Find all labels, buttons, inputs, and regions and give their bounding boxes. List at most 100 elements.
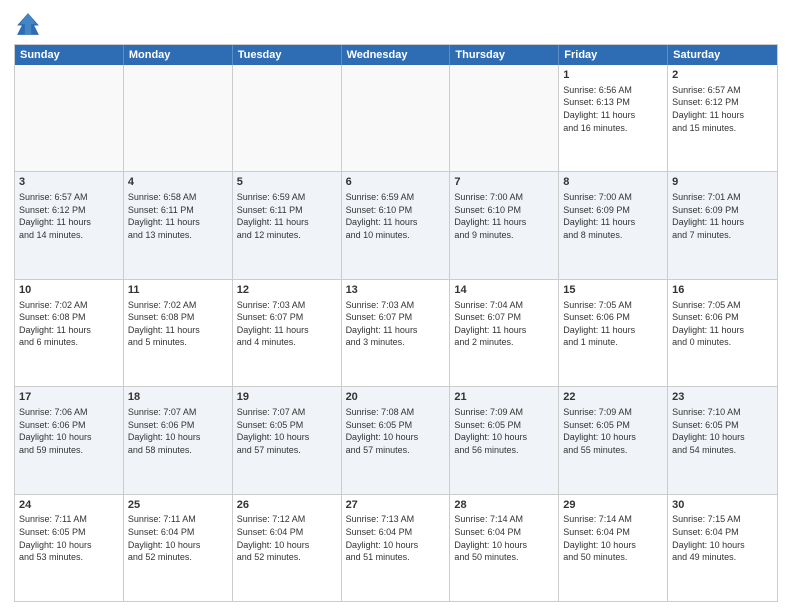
weekday-header: Wednesday (342, 45, 451, 65)
day-cell: 22Sunrise: 7:09 AM Sunset: 6:05 PM Dayli… (559, 387, 668, 493)
day-info: Sunrise: 6:57 AM Sunset: 6:12 PM Dayligh… (19, 191, 119, 241)
day-cell: 7Sunrise: 7:00 AM Sunset: 6:10 PM Daylig… (450, 172, 559, 278)
day-cell: 3Sunrise: 6:57 AM Sunset: 6:12 PM Daylig… (15, 172, 124, 278)
day-number: 15 (563, 283, 663, 298)
day-number: 18 (128, 390, 228, 405)
day-cell: 30Sunrise: 7:15 AM Sunset: 6:04 PM Dayli… (668, 495, 777, 601)
calendar-row: 24Sunrise: 7:11 AM Sunset: 6:05 PM Dayli… (15, 494, 777, 601)
calendar-row: 3Sunrise: 6:57 AM Sunset: 6:12 PM Daylig… (15, 171, 777, 278)
weekday-header: Thursday (450, 45, 559, 65)
day-number: 27 (346, 498, 446, 513)
day-number: 21 (454, 390, 554, 405)
calendar: SundayMondayTuesdayWednesdayThursdayFrid… (14, 44, 778, 602)
day-info: Sunrise: 7:10 AM Sunset: 6:05 PM Dayligh… (672, 406, 773, 456)
day-info: Sunrise: 7:05 AM Sunset: 6:06 PM Dayligh… (672, 299, 773, 349)
day-cell: 2Sunrise: 6:57 AM Sunset: 6:12 PM Daylig… (668, 65, 777, 171)
day-number: 9 (672, 175, 773, 190)
day-number: 29 (563, 498, 663, 513)
day-cell: 21Sunrise: 7:09 AM Sunset: 6:05 PM Dayli… (450, 387, 559, 493)
day-number: 30 (672, 498, 773, 513)
day-cell: 27Sunrise: 7:13 AM Sunset: 6:04 PM Dayli… (342, 495, 451, 601)
day-cell: 12Sunrise: 7:03 AM Sunset: 6:07 PM Dayli… (233, 280, 342, 386)
calendar-body: 1Sunrise: 6:56 AM Sunset: 6:13 PM Daylig… (15, 65, 777, 601)
day-cell: 13Sunrise: 7:03 AM Sunset: 6:07 PM Dayli… (342, 280, 451, 386)
day-cell: 17Sunrise: 7:06 AM Sunset: 6:06 PM Dayli… (15, 387, 124, 493)
day-cell: 11Sunrise: 7:02 AM Sunset: 6:08 PM Dayli… (124, 280, 233, 386)
day-info: Sunrise: 7:15 AM Sunset: 6:04 PM Dayligh… (672, 513, 773, 563)
day-cell: 4Sunrise: 6:58 AM Sunset: 6:11 PM Daylig… (124, 172, 233, 278)
day-number: 17 (19, 390, 119, 405)
day-number: 16 (672, 283, 773, 298)
day-info: Sunrise: 7:05 AM Sunset: 6:06 PM Dayligh… (563, 299, 663, 349)
day-cell: 5Sunrise: 6:59 AM Sunset: 6:11 PM Daylig… (233, 172, 342, 278)
day-cell: 10Sunrise: 7:02 AM Sunset: 6:08 PM Dayli… (15, 280, 124, 386)
empty-cell (342, 65, 451, 171)
day-info: Sunrise: 7:08 AM Sunset: 6:05 PM Dayligh… (346, 406, 446, 456)
day-number: 24 (19, 498, 119, 513)
day-info: Sunrise: 7:03 AM Sunset: 6:07 PM Dayligh… (237, 299, 337, 349)
day-info: Sunrise: 7:12 AM Sunset: 6:04 PM Dayligh… (237, 513, 337, 563)
day-cell: 23Sunrise: 7:10 AM Sunset: 6:05 PM Dayli… (668, 387, 777, 493)
day-number: 19 (237, 390, 337, 405)
logo (14, 10, 46, 38)
day-info: Sunrise: 7:00 AM Sunset: 6:10 PM Dayligh… (454, 191, 554, 241)
calendar-row: 10Sunrise: 7:02 AM Sunset: 6:08 PM Dayli… (15, 279, 777, 386)
day-info: Sunrise: 7:02 AM Sunset: 6:08 PM Dayligh… (128, 299, 228, 349)
weekday-header: Sunday (15, 45, 124, 65)
day-info: Sunrise: 7:11 AM Sunset: 6:04 PM Dayligh… (128, 513, 228, 563)
day-info: Sunrise: 7:00 AM Sunset: 6:09 PM Dayligh… (563, 191, 663, 241)
weekday-header: Friday (559, 45, 668, 65)
day-info: Sunrise: 7:09 AM Sunset: 6:05 PM Dayligh… (563, 406, 663, 456)
empty-cell (15, 65, 124, 171)
page: SundayMondayTuesdayWednesdayThursdayFrid… (0, 0, 792, 612)
day-cell: 9Sunrise: 7:01 AM Sunset: 6:09 PM Daylig… (668, 172, 777, 278)
day-cell: 24Sunrise: 7:11 AM Sunset: 6:05 PM Dayli… (15, 495, 124, 601)
header (14, 10, 778, 38)
day-number: 8 (563, 175, 663, 190)
day-number: 6 (346, 175, 446, 190)
empty-cell (124, 65, 233, 171)
day-cell: 19Sunrise: 7:07 AM Sunset: 6:05 PM Dayli… (233, 387, 342, 493)
logo-icon (14, 10, 42, 38)
empty-cell (233, 65, 342, 171)
day-info: Sunrise: 7:07 AM Sunset: 6:06 PM Dayligh… (128, 406, 228, 456)
day-cell: 14Sunrise: 7:04 AM Sunset: 6:07 PM Dayli… (450, 280, 559, 386)
calendar-header: SundayMondayTuesdayWednesdayThursdayFrid… (15, 45, 777, 65)
day-info: Sunrise: 7:03 AM Sunset: 6:07 PM Dayligh… (346, 299, 446, 349)
day-info: Sunrise: 7:14 AM Sunset: 6:04 PM Dayligh… (454, 513, 554, 563)
empty-cell (450, 65, 559, 171)
day-info: Sunrise: 7:02 AM Sunset: 6:08 PM Dayligh… (19, 299, 119, 349)
calendar-row: 17Sunrise: 7:06 AM Sunset: 6:06 PM Dayli… (15, 386, 777, 493)
day-cell: 20Sunrise: 7:08 AM Sunset: 6:05 PM Dayli… (342, 387, 451, 493)
day-cell: 28Sunrise: 7:14 AM Sunset: 6:04 PM Dayli… (450, 495, 559, 601)
day-number: 28 (454, 498, 554, 513)
day-info: Sunrise: 7:04 AM Sunset: 6:07 PM Dayligh… (454, 299, 554, 349)
day-number: 1 (563, 68, 663, 83)
day-info: Sunrise: 6:58 AM Sunset: 6:11 PM Dayligh… (128, 191, 228, 241)
day-info: Sunrise: 6:56 AM Sunset: 6:13 PM Dayligh… (563, 84, 663, 134)
calendar-row: 1Sunrise: 6:56 AM Sunset: 6:13 PM Daylig… (15, 65, 777, 171)
day-number: 2 (672, 68, 773, 83)
day-info: Sunrise: 6:59 AM Sunset: 6:11 PM Dayligh… (237, 191, 337, 241)
day-number: 22 (563, 390, 663, 405)
day-number: 10 (19, 283, 119, 298)
day-cell: 15Sunrise: 7:05 AM Sunset: 6:06 PM Dayli… (559, 280, 668, 386)
day-info: Sunrise: 7:14 AM Sunset: 6:04 PM Dayligh… (563, 513, 663, 563)
day-number: 5 (237, 175, 337, 190)
weekday-header: Saturday (668, 45, 777, 65)
day-number: 25 (128, 498, 228, 513)
weekday-header: Tuesday (233, 45, 342, 65)
day-cell: 8Sunrise: 7:00 AM Sunset: 6:09 PM Daylig… (559, 172, 668, 278)
day-cell: 16Sunrise: 7:05 AM Sunset: 6:06 PM Dayli… (668, 280, 777, 386)
day-cell: 6Sunrise: 6:59 AM Sunset: 6:10 PM Daylig… (342, 172, 451, 278)
day-number: 3 (19, 175, 119, 190)
day-info: Sunrise: 6:59 AM Sunset: 6:10 PM Dayligh… (346, 191, 446, 241)
day-info: Sunrise: 7:09 AM Sunset: 6:05 PM Dayligh… (454, 406, 554, 456)
day-cell: 25Sunrise: 7:11 AM Sunset: 6:04 PM Dayli… (124, 495, 233, 601)
day-info: Sunrise: 7:11 AM Sunset: 6:05 PM Dayligh… (19, 513, 119, 563)
day-number: 7 (454, 175, 554, 190)
day-number: 11 (128, 283, 228, 298)
day-number: 12 (237, 283, 337, 298)
day-number: 26 (237, 498, 337, 513)
day-number: 13 (346, 283, 446, 298)
